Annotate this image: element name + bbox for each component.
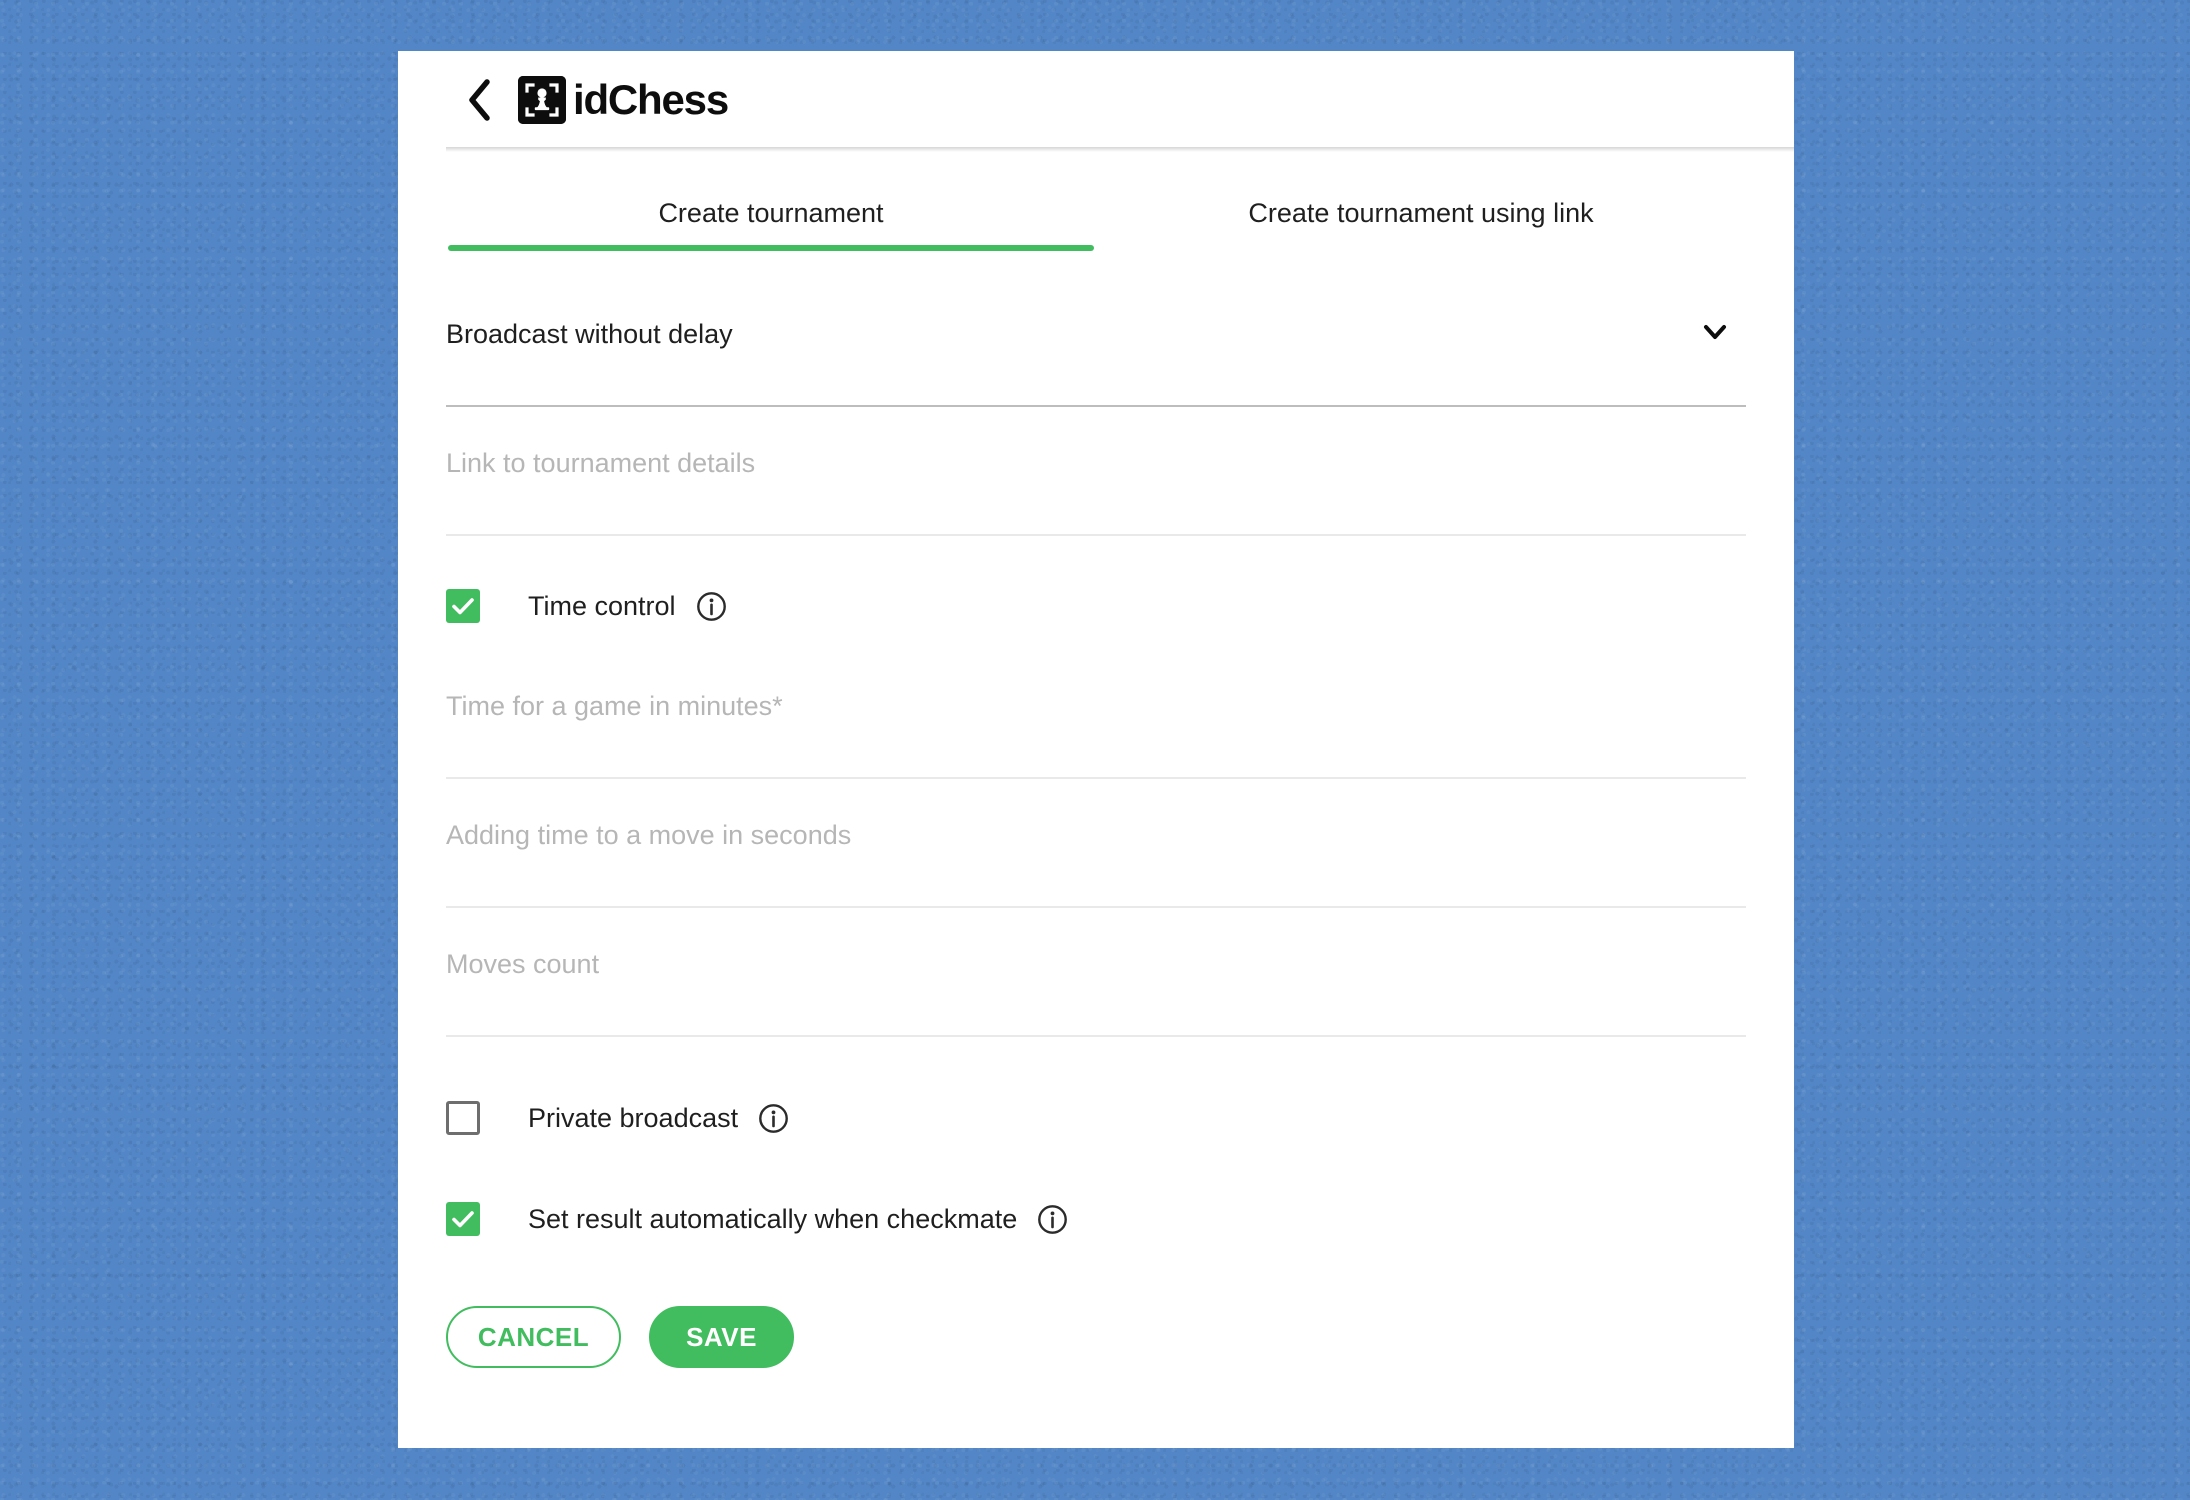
chevron-left-icon — [466, 78, 492, 121]
create-tournament-card: idChess Create tournament Create tournam… — [398, 51, 1794, 1448]
tab-active-indicator — [448, 245, 1094, 251]
private-broadcast-checkbox-row[interactable]: Private broadcast — [446, 1085, 1746, 1151]
time-control-checkbox-row[interactable]: Time control — [446, 573, 1746, 639]
info-circle-icon[interactable] — [758, 1103, 789, 1134]
time-control-label: Time control — [528, 590, 676, 621]
brand-logo[interactable]: idChess — [518, 75, 729, 124]
link-to-tournament-details-placeholder: Link to tournament details — [446, 448, 756, 478]
time-control-checkbox[interactable] — [446, 589, 480, 623]
save-button[interactable]: SAVE — [649, 1306, 794, 1368]
auto-result-checkbox[interactable] — [446, 1202, 480, 1236]
tab-create-tournament-using-link[interactable]: Create tournament using link — [1096, 184, 1746, 251]
idchess-pawn-logo-icon — [518, 75, 566, 124]
app-header: idChess — [398, 51, 1794, 152]
private-broadcast-checkbox[interactable] — [446, 1101, 480, 1135]
auto-result-checkbox-row[interactable]: Set result automatically when checkmate — [446, 1186, 1746, 1252]
time-for-game-placeholder: Time for a game in minutes* — [446, 691, 783, 721]
broadcast-delay-select[interactable]: Broadcast without delay — [446, 315, 1746, 407]
back-button[interactable] — [456, 77, 502, 123]
link-to-tournament-details-field[interactable]: Link to tournament details — [446, 444, 1746, 536]
time-for-game-field[interactable]: Time for a game in minutes* — [446, 687, 1746, 779]
private-broadcast-label: Private broadcast — [528, 1102, 739, 1133]
brand-name: idChess — [573, 75, 729, 123]
header-divider — [446, 147, 1794, 152]
auto-result-label: Set result automatically when checkmate — [528, 1203, 1018, 1234]
chevron-down-icon — [1698, 315, 1732, 354]
tab-bar: Create tournament Create tournament usin… — [398, 184, 1794, 251]
tab-label: Create tournament using link — [1248, 198, 1594, 228]
adding-time-per-move-field[interactable]: Adding time to a move in seconds — [446, 816, 1746, 908]
moves-count-placeholder: Moves count — [446, 949, 600, 979]
tab-label: Create tournament — [658, 198, 884, 228]
moves-count-field[interactable]: Moves count — [446, 945, 1746, 1037]
broadcast-delay-value: Broadcast without delay — [446, 319, 733, 349]
cancel-button[interactable]: CANCEL — [446, 1306, 621, 1368]
info-circle-icon[interactable] — [1037, 1204, 1068, 1235]
info-circle-icon[interactable] — [696, 591, 727, 622]
adding-time-per-move-placeholder: Adding time to a move in seconds — [446, 820, 852, 850]
tournament-form: Broadcast without delay Link to tourname… — [398, 315, 1794, 1368]
tab-create-tournament[interactable]: Create tournament — [446, 184, 1096, 251]
form-actions: CANCEL SAVE — [446, 1306, 1746, 1368]
